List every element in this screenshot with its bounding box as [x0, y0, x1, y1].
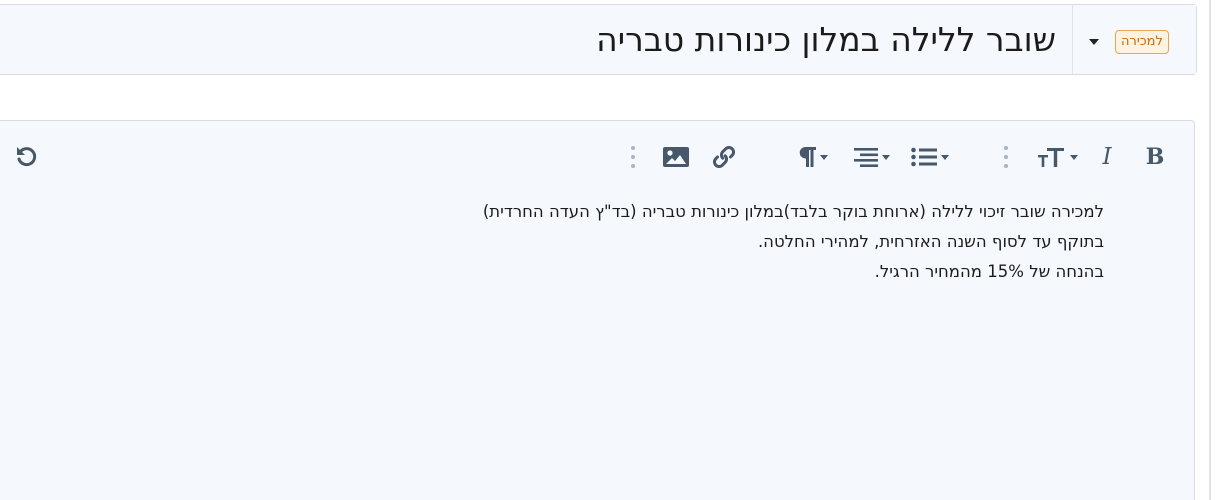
content-line: למכירה שובר זיכוי ללילה (ארוחת בוקר בלבד… — [482, 202, 1104, 221]
undo-button[interactable] — [13, 143, 41, 171]
text-size-button[interactable] — [1034, 143, 1082, 171]
prefix-badge[interactable]: למכירה — [1115, 30, 1169, 54]
more-text-options-button[interactable] — [999, 143, 1013, 171]
thread-title-input[interactable]: שובר ללילה במלון כינורות טבריה — [596, 15, 1056, 65]
paragraph-icon — [799, 147, 816, 167]
text-size-icon — [1038, 148, 1064, 167]
more-insert-options-button[interactable] — [626, 143, 640, 171]
undo-icon — [17, 147, 37, 167]
chevron-down-icon — [1070, 154, 1078, 160]
align-icon — [854, 148, 878, 167]
link-button[interactable] — [710, 143, 738, 171]
chevron-down-icon — [882, 154, 890, 160]
paragraph-button[interactable] — [793, 143, 833, 171]
vertical-ellipsis-icon — [631, 146, 635, 168]
list-button[interactable] — [906, 143, 954, 171]
image-icon — [663, 147, 689, 167]
insert-image-button[interactable] — [662, 143, 690, 171]
italic-icon: I — [1102, 144, 1112, 170]
thread-title-row: שובר ללילה במלון כינורות טבריה למכירה — [0, 4, 1197, 75]
content-line: בתוקף עד לסוף השנה האזרחית, למהירי החלטה… — [757, 232, 1104, 251]
align-button[interactable] — [850, 143, 894, 171]
chevron-down-icon — [941, 154, 949, 160]
editor-content[interactable]: למכירה שובר זיכוי ללילה (ארוחת בוקר בלבד… — [104, 197, 1104, 287]
chevron-down-icon — [820, 154, 828, 160]
rich-text-editor: B I למכירה שובר זיכוי ללילה (ארוחת בוקר … — [0, 120, 1195, 500]
vertical-ellipsis-icon — [1004, 146, 1008, 168]
content-line: בהנחה של 15% מהמחיר הרגיל. — [874, 262, 1104, 281]
prefix-selector[interactable]: למכירה — [1072, 5, 1196, 74]
italic-button[interactable]: I — [1095, 143, 1119, 171]
bold-icon: B — [1145, 144, 1165, 170]
list-icon — [911, 147, 937, 167]
link-icon — [713, 146, 735, 168]
page-scrollbar-edge — [1209, 0, 1211, 500]
bold-button[interactable]: B — [1143, 143, 1167, 171]
chevron-down-icon[interactable] — [1089, 39, 1099, 45]
